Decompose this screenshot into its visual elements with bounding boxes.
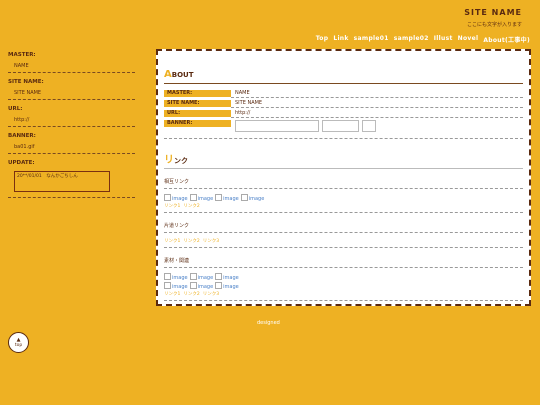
about-heading-rest: BOUT [171,71,194,79]
link-image[interactable]: image [190,282,214,290]
sidebar-update-label: UPDATE: [8,160,35,166]
material-links-title: 素材・関連 [164,257,523,268]
about-row-url: URL: http:// [164,110,523,118]
about-row-banner: BANNER: [164,120,523,139]
about-banner-list [231,120,523,138]
about-url-value[interactable]: http:// [231,110,523,118]
sidebar-master-value: NAME [8,58,135,73]
link-heading-cap: リ [164,155,174,166]
link-image[interactable]: image [190,194,214,202]
link-image[interactable]: image [215,194,239,202]
about-row-site: SITE NAME: SITE NAME [164,100,523,108]
link-image[interactable]: image [241,194,265,202]
link-heading: リンク [164,151,523,169]
link-image[interactable]: image [190,273,214,281]
about-url-key: URL: [164,110,231,117]
nav-about[interactable]: About(工事中) [483,35,530,44]
text-link[interactable]: リンク1 [164,203,180,209]
sidebar-divider [8,197,135,198]
text-link[interactable]: リンク2 [183,203,199,209]
link-image[interactable]: image [215,282,239,290]
global-nav: Top Link sample01 sample02 Illust Novel … [316,35,530,44]
text-link[interactable]: リンク1 [164,238,180,244]
about-heading: ABOUT [164,69,523,84]
mutual-links-title: 相互リンク [164,178,523,189]
nav-sample02[interactable]: sample02 [394,35,429,44]
text-link[interactable]: リンク2 [183,291,199,297]
sidebar: MASTER: NAME SITE NAME: SITE NAME URL: h… [8,50,135,198]
text-link[interactable]: リンク3 [203,291,219,297]
text-link[interactable]: リンク3 [203,238,219,244]
sidebar-banner: ba01.gif [8,139,135,154]
top-label: top [14,342,23,348]
mutual-links-texts: リンク1 リンク2 [164,203,523,213]
material-links-images-1: image image image [164,273,523,281]
site-title: SITE NAME [464,8,522,17]
link-image[interactable]: image [215,273,239,281]
link-image[interactable]: image [164,194,188,202]
oneway-links-texts: リンク1 リンク2 リンク3 [164,238,523,248]
about-row-master: MASTER: NAME [164,90,523,98]
about-site-value: SITE NAME [231,100,523,108]
nav-illust[interactable]: Illust [434,35,453,44]
designed-credit[interactable]: designed [257,320,280,326]
link-image[interactable]: image [164,273,188,281]
site-subtitle: ここにも文字が入ります [466,22,522,28]
material-links-images-2: image image image [164,282,523,290]
text-link[interactable]: リンク2 [183,238,199,244]
update-box[interactable]: 20**/01/01 なんかごちしん [14,171,110,192]
banner-small[interactable] [362,120,376,132]
back-to-top-button[interactable]: ▲ top [8,332,29,353]
oneway-links-title: 片道リンク [164,222,523,233]
banner-image[interactable]: ba01.gif [14,144,35,150]
material-links-texts: リンク1 リンク2 リンク3 [164,291,523,301]
nav-link[interactable]: Link [333,35,348,44]
nav-top[interactable]: Top [316,35,329,44]
link-heading-rest: ンク [174,157,188,165]
text-link[interactable]: リンク1 [164,291,180,297]
sidebar-site-value: SITE NAME [8,85,135,100]
main-panel: ABOUT MASTER: NAME SITE NAME: SITE NAME … [156,49,531,306]
about-master-value: NAME [231,90,523,98]
about-site-key: SITE NAME: [164,100,231,107]
nav-novel[interactable]: Novel [458,35,479,44]
banner-large[interactable] [235,120,319,132]
about-master-key: MASTER: [164,90,231,97]
nav-sample01[interactable]: sample01 [354,35,389,44]
sidebar-url-value[interactable]: http:// [8,112,135,127]
about-heading-cap: A [164,69,172,80]
about-banner-key: BANNER: [164,120,231,127]
link-image[interactable]: image [164,282,188,290]
mutual-links-images: image image image image [164,194,523,202]
banner-medium[interactable] [322,120,359,132]
